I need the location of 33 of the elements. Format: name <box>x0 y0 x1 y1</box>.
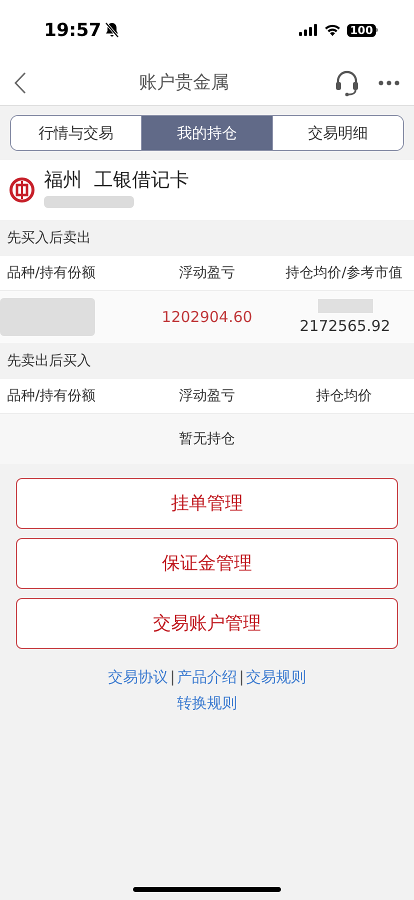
column-header: 浮动盈亏 <box>178 264 236 282</box>
bell-muted-icon <box>105 22 120 38</box>
page-title: 账户贵金属 <box>139 71 229 95</box>
section-title: 先卖出后买入 <box>7 352 91 370</box>
wifi-icon <box>324 24 342 36</box>
floating-profit: 1202904.60 <box>160 306 254 328</box>
link-separator: | <box>239 666 244 688</box>
section-title: 先买入后卖出 <box>7 228 91 248</box>
footer-link[interactable]: 产品介绍 <box>177 666 237 688</box>
headset-icon[interactable] <box>334 68 360 96</box>
column-header: 品种/持有份额 <box>6 386 97 406</box>
account-name: 福州 工银借记卡 <box>44 168 190 192</box>
segment-tab[interactable]: 我的持仓 <box>141 116 272 150</box>
empty-message: 暂无持仓 <box>179 430 235 448</box>
column-header: 品种/持有份额 <box>6 264 97 282</box>
segment-tab[interactable]: 交易明细 <box>272 116 403 150</box>
footer-link[interactable]: 转换规则 <box>177 692 237 714</box>
more-icon[interactable] <box>378 80 400 86</box>
column-header: 持仓均价/参考市值 <box>284 264 404 282</box>
link-separator: | <box>170 666 175 688</box>
blurred-average-price <box>318 298 372 313</box>
column-header: 持仓均价 <box>315 386 373 406</box>
footer-link[interactable]: 交易规则 <box>246 666 306 688</box>
market-value: 2172565.92 <box>300 316 390 337</box>
column-header: 浮动盈亏 <box>178 386 236 406</box>
clock-time: 19:57 <box>44 18 102 42</box>
action-button[interactable]: 保证金管理 <box>16 538 398 589</box>
battery-level: 100 <box>347 24 376 36</box>
bank-logo-icon <box>9 177 35 203</box>
signal-icon <box>299 24 318 36</box>
action-button[interactable]: 挂单管理 <box>16 478 398 529</box>
footer-link[interactable]: 交易协议 <box>108 666 168 688</box>
action-button[interactable]: 交易账户管理 <box>16 598 398 649</box>
